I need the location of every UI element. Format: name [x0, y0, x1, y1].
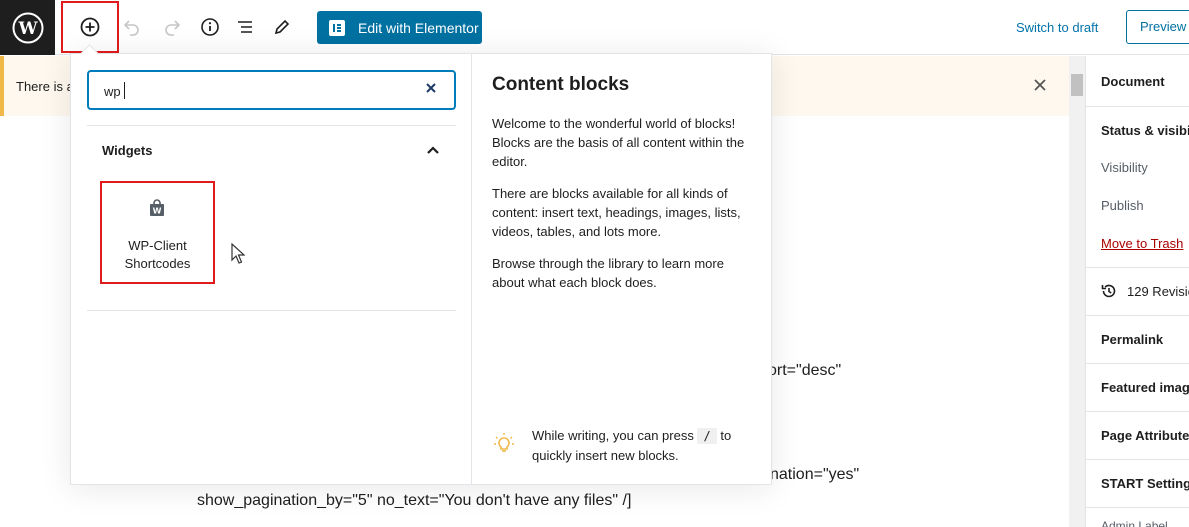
editor-text-line[interactable]: nation="yes" [770, 466, 859, 484]
divider [87, 125, 456, 126]
permalink-panel[interactable]: Permalink [1101, 332, 1163, 347]
notice-close-button[interactable] [1034, 75, 1046, 96]
close-icon [426, 83, 436, 93]
visibility-label: Visibility [1101, 160, 1148, 175]
panel-separator [471, 54, 472, 484]
pencil-icon [274, 19, 290, 35]
notice-text: There is a [16, 79, 74, 94]
info-icon [201, 18, 219, 36]
featured-image-panel[interactable]: Featured image [1101, 380, 1189, 395]
lightbulb-icon [492, 432, 516, 461]
divider [1086, 315, 1189, 316]
divider [1086, 363, 1189, 364]
editor-toolbar: W Edit with Elementor Switch to draft Pr… [0, 0, 1189, 55]
content-blocks-paragraph: Browse through the library to learn more… [492, 256, 724, 290]
tab-document-label: Document [1101, 74, 1165, 89]
plus-circle-icon [80, 17, 100, 37]
tip-text-before: While writing, you can press [532, 428, 694, 443]
settings-sidebar: Document Status & visibility Visibility … [1085, 56, 1189, 527]
clear-search-button[interactable] [426, 80, 436, 98]
preview-button[interactable]: Preview [1126, 10, 1189, 44]
content-blocks-title: Content blocks [492, 74, 630, 95]
svg-text:W: W [17, 19, 38, 39]
redo-icon [165, 20, 181, 36]
block-item-wp-client-shortcodes[interactable]: W WP-Client Shortcodes [100, 181, 215, 284]
status-visibility-panel[interactable]: Status & visibility [1101, 123, 1189, 138]
list-view-button[interactable] [227, 9, 263, 45]
revisions-label: 129 Revisions [1127, 283, 1189, 299]
category-title-widgets[interactable]: Widgets [102, 143, 152, 158]
divider [1086, 507, 1189, 508]
close-icon [1034, 79, 1046, 91]
content-blocks-paragraph: There are blocks available for all kinds… [492, 186, 741, 239]
page-attributes-panel[interactable]: Page Attributes [1101, 428, 1189, 443]
tools-button[interactable] [264, 9, 300, 45]
admin-label: Admin Label [1101, 519, 1168, 527]
wordpress-logo-button[interactable]: W [0, 0, 55, 55]
divider [87, 310, 456, 311]
content-blocks-paragraph: Welcome to the wonderful world of blocks… [492, 116, 745, 169]
revisions-link[interactable]: 129 Revisions [1100, 282, 1189, 300]
divider [1086, 459, 1189, 460]
start-settings-panel[interactable]: START Settings [1101, 476, 1189, 491]
details-button[interactable] [192, 9, 228, 45]
redo-button[interactable] [154, 9, 190, 45]
publish-label: Publish [1101, 198, 1144, 213]
editor-scrollbar-thumb[interactable] [1071, 74, 1083, 96]
undo-icon [123, 20, 139, 36]
undo-button[interactable] [114, 9, 150, 45]
tab-document[interactable]: Document [1086, 56, 1189, 107]
tip-shortcut-key: / [697, 428, 717, 444]
shopping-bag-w-icon: W [148, 199, 166, 222]
block-item-label: WP-Client Shortcodes [124, 238, 191, 271]
list-view-icon [238, 21, 252, 33]
svg-text:W: W [153, 207, 162, 216]
divider [1086, 411, 1189, 412]
inserter-tip: While writing, you can press / to quickl… [532, 426, 752, 466]
history-icon [1101, 284, 1116, 298]
chevron-up-icon [427, 146, 439, 154]
edit-with-elementor-label: Edit with Elementor [358, 19, 479, 36]
editor-text-line[interactable]: sort="desc" [760, 362, 841, 380]
move-to-trash-link[interactable]: Move to Trash [1101, 236, 1183, 251]
edit-with-elementor-button[interactable]: Edit with Elementor [317, 11, 482, 44]
wordpress-logo-icon: W [12, 12, 43, 43]
divider [1086, 267, 1189, 268]
mouse-pointer-icon [231, 242, 246, 270]
collapse-category-button[interactable] [426, 143, 440, 162]
block-inserter-popover: wp Widgets W WP-Client Shortcodes Conten… [70, 53, 772, 485]
switch-to-draft-button[interactable]: Switch to draft [1016, 20, 1098, 35]
editor-scrollbar[interactable] [1069, 56, 1085, 527]
search-input-value: wp [104, 84, 121, 99]
block-search-input[interactable]: wp [87, 70, 456, 110]
editor-text-line[interactable]: show_pagination_by="5" no_text="You don'… [197, 492, 631, 510]
elementor-icon [329, 19, 345, 36]
text-caret [124, 82, 125, 99]
